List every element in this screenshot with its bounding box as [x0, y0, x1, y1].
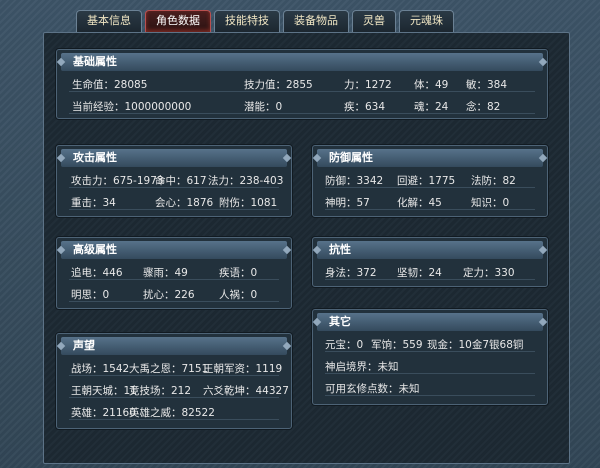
attack-attributes-title: 攻击属性 [61, 149, 287, 167]
resist-title: 抗性 [317, 241, 543, 259]
heart-stat: 会心：1876 [155, 197, 214, 209]
realm-stat: 神启境界：未知 [325, 361, 399, 373]
other-title: 其它 [317, 313, 543, 331]
pierce-stat: 附伤：1081 [219, 197, 278, 209]
grace-stat: 大禹之恩：7151 [129, 363, 209, 375]
hero-awe-stat: 英雄之威：82522 [129, 407, 215, 419]
tab-basic-info[interactable]: 基本信息 [76, 10, 142, 32]
basic-attributes-panel: 基础属性 生命值：28085 技力值：2855 力：1272 体：49 敏：38… [56, 49, 548, 119]
resist-panel: 抗性 身法：372 坚韧：24 定力：330 [312, 237, 548, 287]
advanced-attributes-title: 高级属性 [61, 241, 287, 259]
stable-stat: 定力：330 [463, 267, 515, 279]
knowledge-stat: 知识：0 [471, 197, 510, 209]
crit-stat: 重击：34 [71, 197, 116, 209]
swift-stat: 疾语：0 [219, 267, 258, 279]
fear-stat: 骤雨：49 [143, 267, 188, 279]
human-stat: 人祸：0 [219, 289, 258, 301]
str-stat: 力：1272 [344, 79, 392, 91]
mp-stat: 技力值：2855 [244, 79, 313, 91]
mind-stat: 念：82 [466, 101, 501, 113]
tab-soul-orb[interactable]: 元魂珠 [399, 10, 454, 32]
reputation-row-1: 战场：1542 大禹之恩：7151 王朝军资：1119 [69, 360, 283, 376]
attack-attributes-panel: 攻击属性 攻击力：675-1973 命中：617 法力：238-403 重击：3… [56, 145, 292, 217]
other-row-1: 元宝：0 军饷：559 现金：10金7银68铜 [325, 336, 535, 352]
reputation-row-3: 英雄：21160 英雄之威：82522 [69, 404, 279, 420]
tab-equipment[interactable]: 装备物品 [283, 10, 349, 32]
cash-stat: 现金：10金7银68铜 [427, 339, 524, 351]
exp-stat: 当前经验：1000000000 [72, 101, 192, 113]
arena-stat: 竞技场：212 [129, 385, 192, 397]
advanced-row-1: 追电：446 骤雨：49 疾语：0 [69, 264, 279, 280]
yuanbao-stat: 元宝：0 [325, 339, 364, 351]
clear-stat: 明思：0 [71, 289, 110, 301]
potential-stat: 潜能：0 [244, 101, 283, 113]
attack-row-1: 攻击力：675-1973 命中：617 法力：238-403 [69, 172, 283, 188]
disturb-stat: 扰心：226 [143, 289, 195, 301]
mdef-stat: 法防：82 [471, 175, 516, 187]
royal-stat: 王朝军资：1119 [203, 363, 283, 375]
six-stat: 六爻乾坤：44327 [203, 385, 289, 397]
tab-pet[interactable]: 灵兽 [352, 10, 396, 32]
defense-attributes-title: 防御属性 [317, 149, 543, 167]
def-stat: 防御：3342 [325, 175, 384, 187]
main-panel: 基础属性 生命值：28085 技力值：2855 力：1272 体：49 敏：38… [43, 32, 570, 464]
spd-stat: 疾：634 [344, 101, 386, 113]
points-stat: 可用玄修点数：未知 [325, 383, 420, 395]
hit-stat: 命中：617 [155, 175, 207, 187]
advanced-row-2: 明思：0 扰心：226 人祸：0 [69, 286, 279, 302]
defense-row-1: 防御：3342 回避：1775 法防：82 [325, 172, 535, 188]
tough-stat: 坚韧：24 [397, 267, 442, 279]
chase-stat: 追电：446 [71, 267, 123, 279]
defense-attributes-panel: 防御属性 防御：3342 回避：1775 法防：82 神明：57 化解：45 知… [312, 145, 548, 217]
sense-stat: 神明：57 [325, 197, 370, 209]
soul-stat: 魂：24 [414, 101, 449, 113]
resist-row-1: 身法：372 坚韧：24 定力：330 [325, 264, 535, 280]
other-row-2: 神启境界：未知 [325, 358, 535, 374]
resolve-stat: 化解：45 [397, 197, 442, 209]
magic-stat: 法力：238-403 [208, 175, 284, 187]
advanced-attributes-panel: 高级属性 追电：446 骤雨：49 疾语：0 明思：0 扰心：226 人祸：0 [56, 237, 292, 309]
attack-row-2: 重击：34 会心：1876 附伤：1081 [69, 194, 279, 210]
body-stat: 身法：372 [325, 267, 377, 279]
tab-skills[interactable]: 技能特技 [214, 10, 280, 32]
basic-row-2: 当前经验：1000000000 潜能：0 疾：634 魂：24 念：82 [69, 98, 535, 114]
reputation-title: 声望 [61, 337, 287, 355]
hero-stat: 英雄：21160 [71, 407, 136, 419]
other-panel: 其它 元宝：0 军饷：559 现金：10金7银68铜 神启境界：未知 可用玄修点… [312, 309, 548, 405]
atk-stat: 攻击力：675-1973 [71, 175, 164, 187]
army-stat: 军饷：559 [371, 339, 423, 351]
other-row-3: 可用玄修点数：未知 [325, 380, 535, 396]
hp-stat: 生命值：28085 [72, 79, 148, 91]
basic-row-1: 生命值：28085 技力值：2855 力：1272 体：49 敏：384 [69, 76, 535, 92]
defense-row-2: 神明：57 化解：45 知识：0 [325, 194, 535, 210]
tab-character-data[interactable]: 角色数据 [145, 10, 211, 32]
tab-bar: 基本信息 角色数据 技能特技 装备物品 灵兽 元魂珠 [76, 10, 454, 32]
battle-stat: 战场：1542 [71, 363, 130, 375]
reputation-panel: 声望 战场：1542 大禹之恩：7151 王朝军资：1119 王朝天城：11 竞… [56, 333, 292, 429]
king-stat: 王朝天城：11 [71, 385, 137, 397]
dodge-stat: 回避：1775 [397, 175, 456, 187]
agi-stat: 敏：384 [466, 79, 508, 91]
reputation-row-2: 王朝天城：11 竞技场：212 六爻乾坤：44327 [69, 382, 289, 398]
con-stat: 体：49 [414, 79, 449, 91]
basic-attributes-title: 基础属性 [61, 53, 543, 71]
